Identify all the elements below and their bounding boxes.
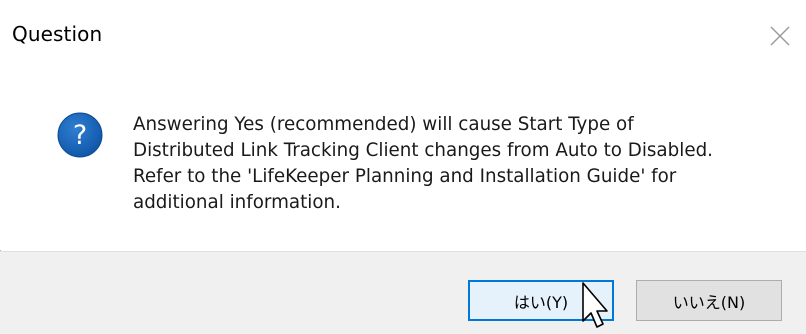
svg-text:?: ? (73, 120, 87, 151)
dialog-content: ? Answering Yes (recommended) will cause… (0, 70, 806, 250)
close-button[interactable] (754, 16, 806, 56)
dialog-message: Answering Yes (recommended) will cause S… (133, 114, 713, 213)
button-bar: はい(Y) いいえ(N) (0, 251, 806, 334)
yes-button[interactable]: はい(Y) (468, 280, 614, 321)
question-dialog: Question ? Answering Yes (recommended) w… (0, 0, 806, 334)
title-bar[interactable]: Question (0, 0, 806, 70)
no-button[interactable]: いいえ(N) (636, 280, 782, 321)
question-icon: ? (57, 112, 103, 158)
dialog-title: Question (12, 22, 103, 46)
close-icon (770, 26, 790, 46)
